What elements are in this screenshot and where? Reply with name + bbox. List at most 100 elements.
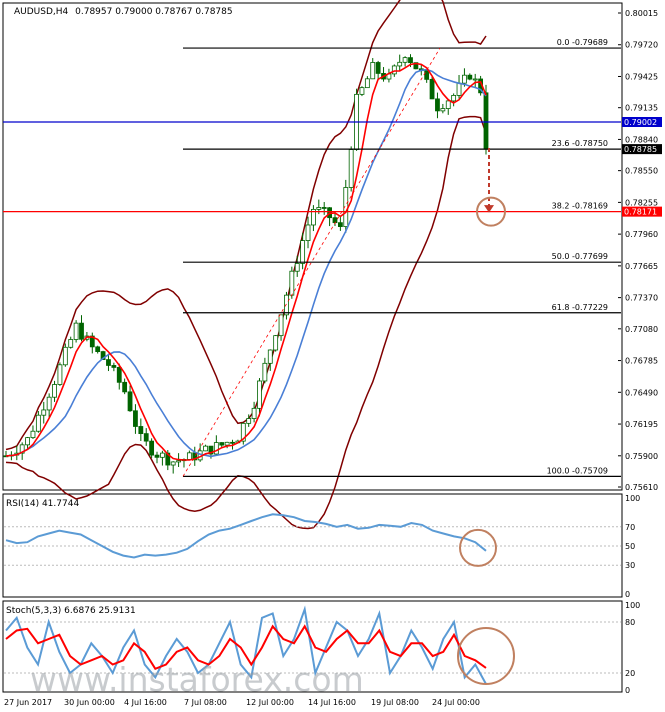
price-tick-label: 0.76195 (625, 420, 658, 429)
candle-body (160, 452, 165, 458)
price-tick-label: 0.78840 (625, 135, 658, 144)
candle-body (35, 414, 41, 432)
candle-body (186, 452, 192, 460)
stoch-tick-label: 100 (625, 601, 640, 610)
candle-body (68, 339, 74, 348)
watermark: www.instaforex.com (30, 660, 364, 699)
candle-body (143, 433, 149, 442)
candle-body (30, 430, 36, 439)
candle-body (402, 57, 408, 63)
candle-body (149, 440, 155, 456)
candle-body (213, 442, 219, 455)
candle-body (359, 87, 365, 95)
candle-body (397, 61, 403, 67)
rsi-tick-label: 100 (625, 494, 640, 503)
time-tick-label: 30 Jun 00:00 (64, 698, 115, 707)
price-tick-label: 0.77370 (625, 294, 658, 303)
candle-body (456, 82, 462, 96)
candle-body (321, 207, 327, 209)
stoch-label: Stoch(5,3,3) 6.6876 25.9131 (6, 606, 136, 616)
fib-level-label: 100.0 -0.75709 (547, 466, 608, 475)
candle-body (273, 335, 279, 351)
candle-body (122, 381, 128, 393)
rsi-label: RSI(14) 41.7744 (6, 499, 79, 509)
price-header: AUDUSD,H4 0.78957 0.79000 0.78767 0.7878… (14, 7, 233, 17)
price-tick-label: 0.78550 (625, 167, 658, 176)
candle-body (95, 346, 101, 352)
candle-body (440, 108, 446, 112)
candle-body (483, 92, 489, 150)
price-tick-label: 0.79135 (625, 104, 658, 113)
fib-level-label: 38.2 -0.78169 (552, 202, 608, 211)
price-tick-label: 0.75610 (625, 483, 658, 492)
candle-body (348, 149, 354, 188)
stoch-tick-label: 80 (625, 618, 635, 627)
time-tick-label: 24 Jul 00:00 (432, 698, 480, 707)
candle-body (251, 407, 257, 419)
candle-body (262, 362, 268, 382)
candle-body (170, 461, 176, 466)
candle-body (332, 217, 338, 224)
rsi-tick-label: 50 (625, 542, 635, 551)
time-tick-label: 19 Jul 08:00 (371, 698, 419, 707)
rsi-tick-label: 30 (625, 561, 635, 570)
candle-body (337, 222, 343, 227)
candle-body (116, 367, 122, 383)
price-tick-label: 0.76490 (625, 388, 658, 397)
time-tick-label: 27 Jun 2017 (4, 698, 52, 707)
price-tag-text: 0.78785 (624, 145, 657, 154)
candle-body (106, 359, 111, 366)
candle-body (278, 314, 284, 337)
candle-body (111, 365, 117, 368)
candle-body (52, 384, 57, 398)
candle-body (62, 346, 68, 366)
chart-root: 0.0 -0.79689 23.6 -0.78750 0.78785 38.2 -0.… (0, 0, 665, 712)
fib-level-label: 0.0 -0.79689 (557, 38, 608, 47)
candle-body (57, 364, 63, 385)
price-tag-text: 0.78171 (624, 208, 657, 217)
candle-body (230, 441, 235, 444)
candle-body (284, 294, 289, 316)
candle-body (300, 240, 306, 264)
symbol-label: AUDUSD,H4 (14, 7, 69, 17)
rsi-tick-label: 70 (625, 523, 635, 532)
candle-body (133, 410, 138, 427)
price-tick-label: 0.80015 (625, 9, 658, 18)
price-tick-label: 0.78255 (625, 198, 658, 207)
time-tick-label: 14 Jul 16:00 (308, 698, 356, 707)
rsi-tick-label: 0 (625, 590, 630, 599)
price-tick-label: 0.75900 (625, 452, 658, 461)
fib-level-label: 50.0 -0.77699 (552, 252, 608, 261)
candle-body (429, 78, 435, 100)
candle-body (257, 380, 262, 409)
price-tick-label: 0.77665 (625, 262, 658, 271)
candle-body (445, 100, 451, 109)
stoch-tick-label: 0 (625, 686, 630, 695)
price-tick-label: 0.79425 (625, 72, 658, 81)
candle-body (305, 224, 311, 241)
price-tick-label: 0.77960 (625, 230, 658, 239)
price-tick-label: 0.76785 (625, 357, 658, 366)
candle-body (294, 263, 300, 272)
stoch-tick-label: 20 (625, 669, 635, 678)
candle-body (435, 98, 440, 112)
candle-body (203, 445, 208, 452)
time-tick-label: 4 Jul 16:00 (124, 698, 167, 707)
candle-body (224, 441, 230, 446)
candle-body (25, 437, 30, 446)
candle-body (219, 442, 225, 446)
candle-body (79, 322, 84, 340)
candle-body (375, 62, 381, 74)
candle-body (391, 65, 397, 75)
candle-body (451, 95, 457, 102)
fib-level-label: 23.6 -0.78750 (552, 139, 608, 148)
price-tick-label: 0.77080 (625, 325, 658, 334)
candle-body (472, 78, 478, 81)
candle-body (467, 74, 473, 80)
candle-body (267, 349, 273, 364)
candle-body (316, 207, 322, 210)
candle-body (424, 70, 430, 80)
candle-body (462, 74, 467, 84)
candle-body (138, 426, 144, 435)
candle-body (73, 322, 79, 340)
